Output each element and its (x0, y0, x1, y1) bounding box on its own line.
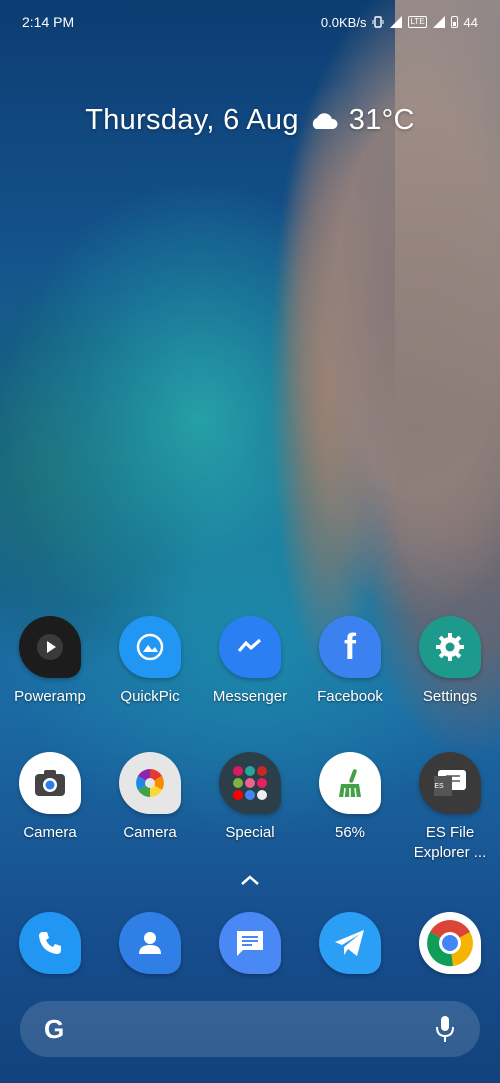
clock: 2:14 PM (22, 14, 75, 30)
app-row-1: Poweramp QuickPic Messenger f Facebook S… (0, 616, 500, 707)
dock-messages[interactable] (200, 912, 300, 974)
dock-contacts[interactable] (100, 912, 200, 974)
camera-aperture-icon[interactable] (119, 752, 181, 814)
app-cleaner[interactable]: 56% (300, 752, 400, 863)
chrome-icon[interactable] (419, 912, 481, 974)
telegram-icon[interactable] (319, 912, 381, 974)
app-label: Settings (422, 688, 478, 705)
app-poweramp[interactable]: Poweramp (0, 616, 100, 707)
app-folder-special[interactable]: Special (200, 752, 300, 863)
quickpic-icon[interactable] (119, 616, 181, 678)
app-settings[interactable]: Settings (400, 616, 500, 707)
chevron-up-icon[interactable] (238, 872, 262, 888)
signal-icon (390, 16, 403, 28)
dock-telegram[interactable] (300, 912, 400, 974)
poweramp-icon[interactable] (19, 616, 81, 678)
facebook-icon[interactable]: f (319, 616, 381, 678)
app-camera[interactable]: Camera (0, 752, 100, 863)
dock (0, 912, 500, 974)
app-label: Facebook (317, 688, 383, 705)
google-search-bar[interactable]: G (20, 1001, 480, 1057)
messenger-icon[interactable] (219, 616, 281, 678)
app-quickpic[interactable]: QuickPic (100, 616, 200, 707)
date-weather-widget[interactable]: Thursday, 6 Aug 31°C (0, 104, 500, 137)
app-facebook[interactable]: f Facebook (300, 616, 400, 707)
app-es-file-explorer[interactable]: ES ES File Explorer ... (400, 752, 500, 863)
microphone-icon[interactable] (434, 1014, 456, 1044)
lte-icon: LTE (408, 16, 427, 28)
google-g-icon[interactable]: G (44, 1014, 64, 1045)
battery-icon (450, 16, 458, 28)
camera-icon[interactable] (19, 752, 81, 814)
network-speed: 0.0KB/s (320, 14, 367, 30)
vibrate-icon (372, 16, 384, 28)
contacts-icon[interactable] (119, 912, 181, 974)
facebook-f-icon: f (344, 626, 356, 667)
app-label: ES File Explorer ... (413, 824, 487, 861)
app-label: Poweramp (14, 688, 86, 705)
app-label: Camera (23, 824, 77, 841)
app-label: Messenger (212, 688, 288, 705)
signal-icon (432, 16, 445, 28)
es-badge-text: ES (434, 782, 444, 790)
date-text[interactable]: Thursday, 6 Aug (85, 104, 299, 137)
temperature-text[interactable]: 31°C (349, 104, 415, 137)
cloud-icon (312, 112, 338, 129)
messages-icon[interactable] (219, 912, 281, 974)
cleaner-broom-icon[interactable] (319, 752, 381, 814)
settings-icon[interactable] (419, 616, 481, 678)
folder-icon[interactable] (219, 752, 281, 814)
app-label: Camera (123, 824, 177, 841)
status-bar: 2:14 PM 0.0KB/s LTE 44 (0, 0, 500, 44)
app-label: 56% (334, 824, 366, 841)
dock-chrome[interactable] (400, 912, 500, 974)
app-messenger[interactable]: Messenger (200, 616, 300, 707)
app-camera-2[interactable]: Camera (100, 752, 200, 863)
es-file-explorer-icon[interactable]: ES (419, 752, 481, 814)
status-icons: 0.0KB/s LTE 44 (321, 15, 478, 30)
phone-icon[interactable] (19, 912, 81, 974)
app-label: QuickPic (120, 688, 180, 705)
app-label: Special (225, 824, 275, 841)
dock-phone[interactable] (0, 912, 100, 974)
battery-percent: 44 (463, 14, 478, 30)
app-row-2: Camera Camera Special 56% ES ES File Exp… (0, 752, 500, 863)
